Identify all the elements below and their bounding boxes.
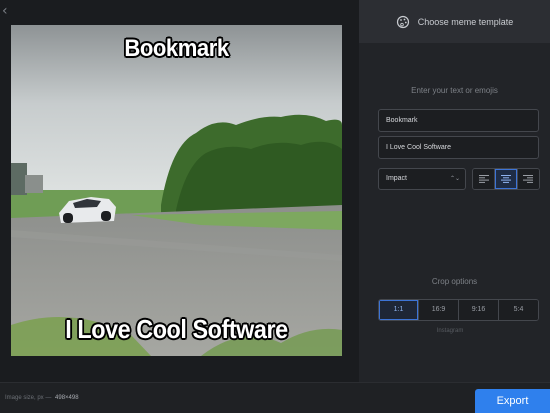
top-text-input[interactable]: Bookmark [378,109,539,132]
crop-sub-label: Instagram [436,328,464,334]
meme-top-text[interactable]: Bookmark [24,35,329,63]
align-center-icon [500,175,511,183]
meme-canvas: Bookmark I Love Cool Software [11,25,342,356]
image-size-label: Image size, px — [5,395,52,401]
preview-area: ‹ Bookmark I Love Cool Software [0,0,359,382]
image-size-value: 498×498 [55,395,79,401]
align-left-button[interactable] [473,169,495,189]
text-prompt: Enter your text or emojis [411,86,498,95]
crop-option-1-1[interactable]: 1:1 [379,300,418,320]
align-left-icon [478,175,489,183]
crop-option-5-4[interactable]: 5:4 [498,300,538,320]
select-arrows-icon: ⌃⌄ [449,176,460,182]
meme-image [11,25,342,356]
font-select-value: Impact [386,175,408,182]
crop-options-group: 1:1 16:9 9:16 5:4 [378,299,539,321]
bottom-text-input[interactable]: I Love Cool Software [378,136,539,159]
alignment-group [472,168,540,190]
bottom-bar: Image size, px — 498×498 Export [0,382,550,413]
meme-bottom-text[interactable]: I Love Cool Software [28,314,326,345]
crop-option-9-16[interactable]: 9:16 [458,300,498,320]
crop-options-label: Crop options [431,277,478,286]
crop-option-16-9[interactable]: 16:9 [418,300,458,320]
image-size-readout: Image size, px — 498×498 [5,395,79,401]
settings-panel: Choose meme template Enter your text or … [359,0,550,382]
back-chevron-icon[interactable]: ‹ [2,4,14,18]
align-right-button[interactable] [516,169,539,189]
align-right-icon [523,175,534,183]
align-center-button[interactable] [494,169,517,189]
palette-icon [396,15,409,28]
export-button[interactable]: Export [475,389,550,413]
choose-template-button[interactable]: Choose meme template [359,0,550,43]
font-select[interactable]: Impact ⌃⌄ [378,168,466,190]
choose-template-label: Choose meme template [417,16,514,27]
